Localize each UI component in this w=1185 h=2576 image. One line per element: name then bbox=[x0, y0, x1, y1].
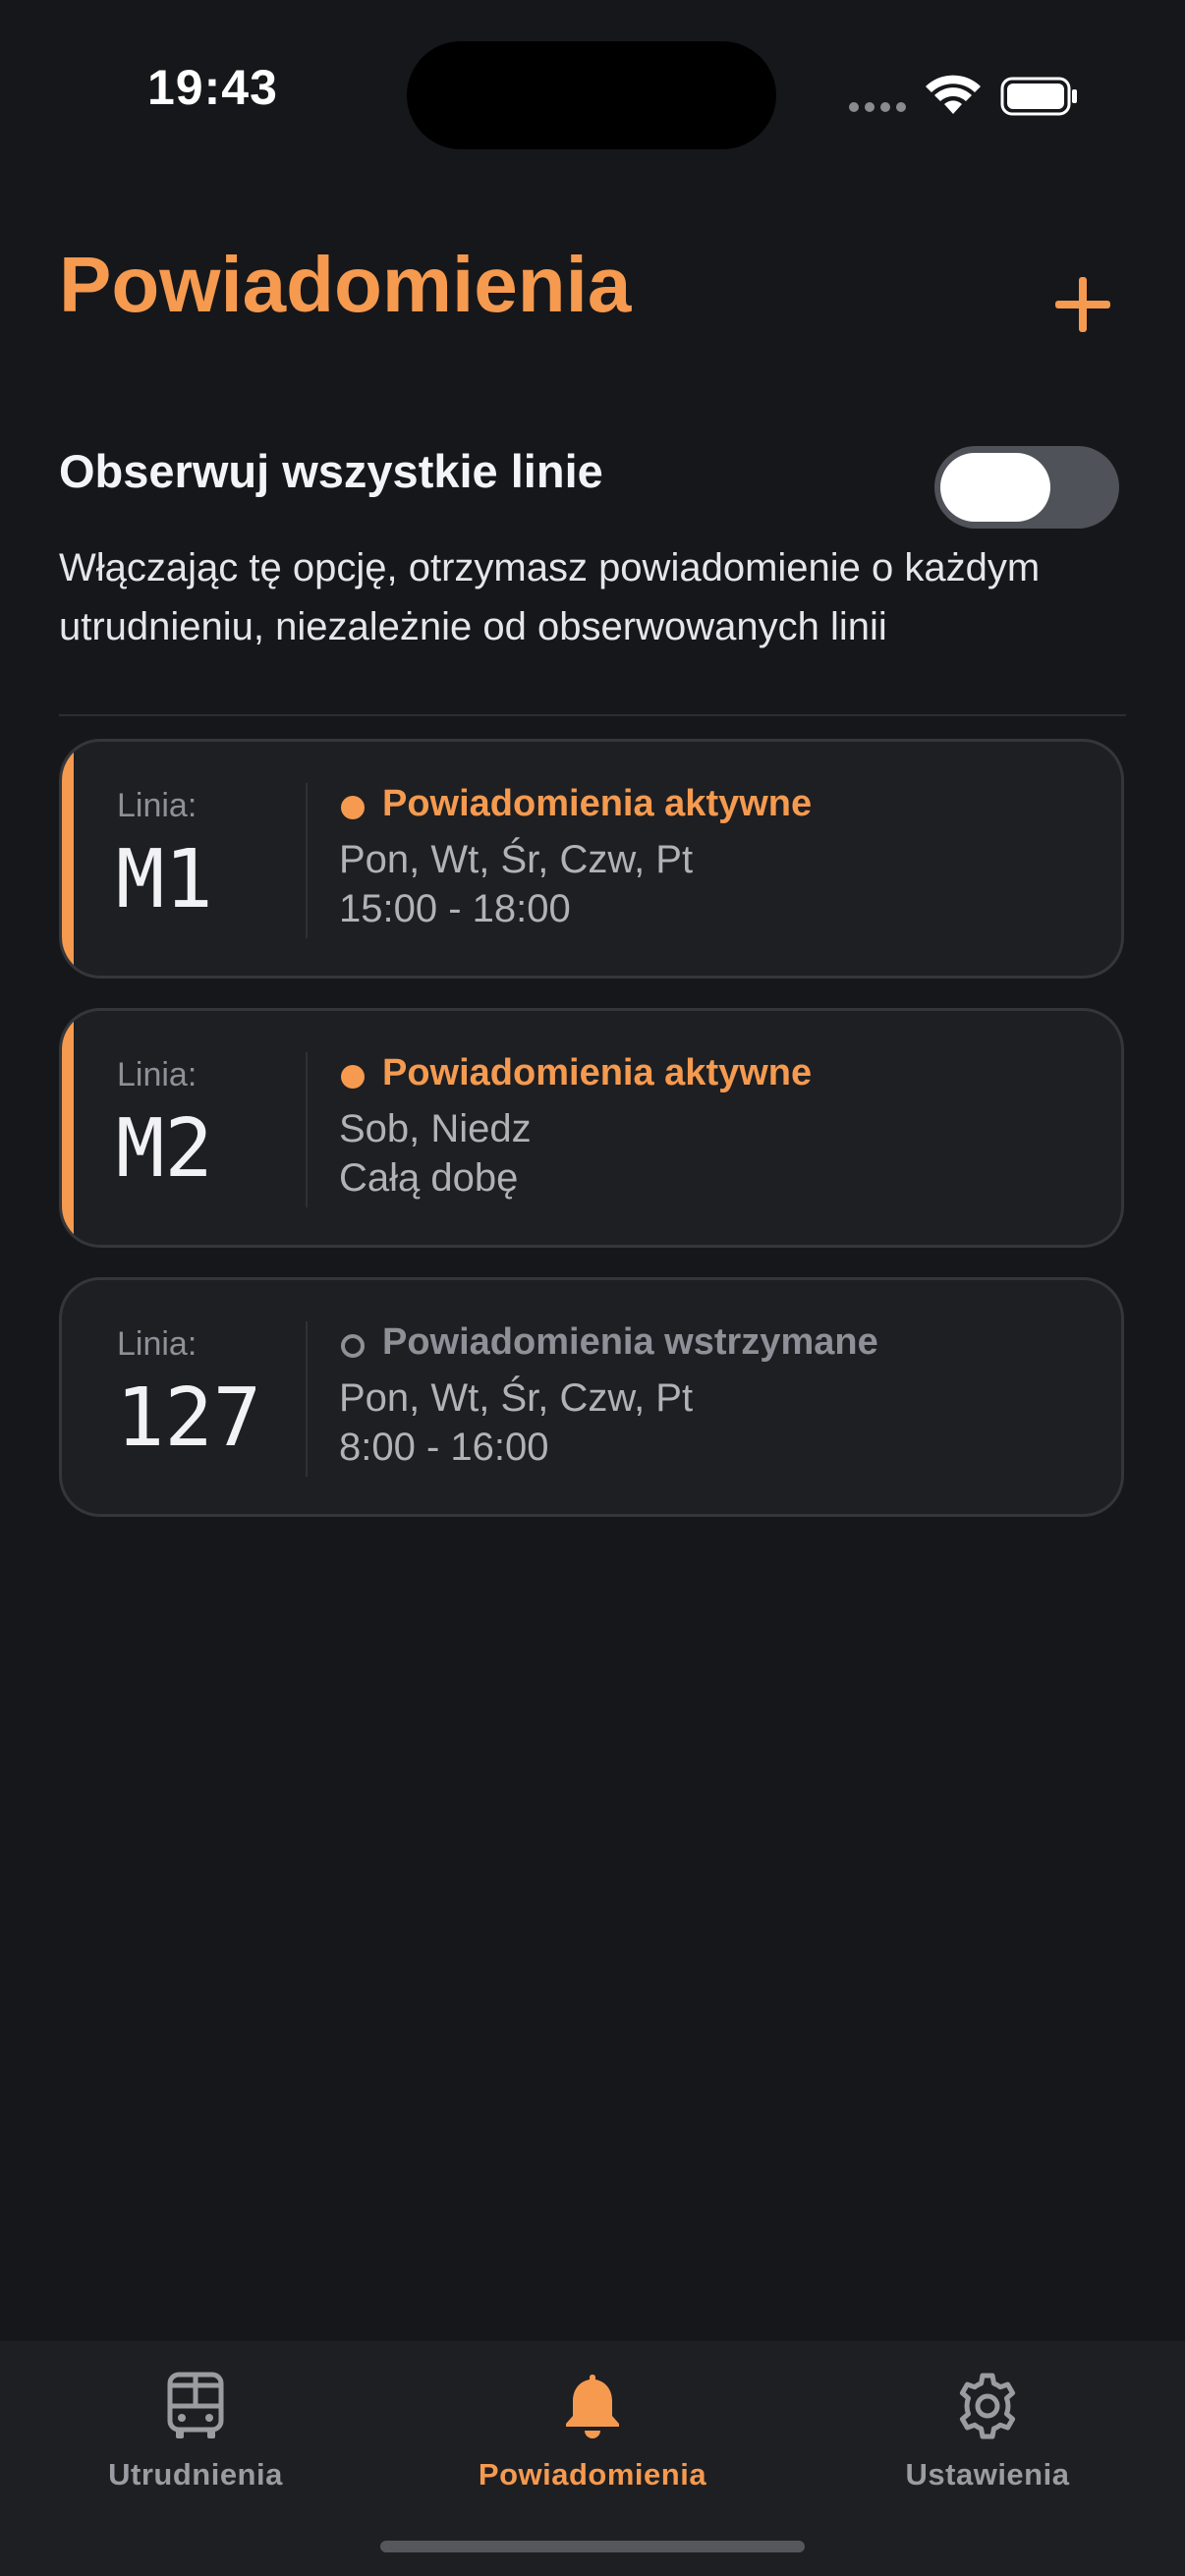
tab-label: Utrudnienia bbox=[108, 2457, 283, 2492]
plus-icon bbox=[1055, 277, 1110, 332]
tab-label: Ustawienia bbox=[905, 2457, 1070, 2492]
schedule-hours: Całą dobę bbox=[339, 1156, 519, 1200]
notification-status: Powiadomienia wstrzymane bbox=[382, 1321, 878, 1363]
status-paused-circle-icon bbox=[341, 1334, 365, 1358]
tab-label: Powiadomienia bbox=[478, 2457, 707, 2492]
card-separator bbox=[306, 1052, 308, 1207]
gear-icon bbox=[959, 2373, 1016, 2439]
schedule-hours: 15:00 - 18:00 bbox=[339, 887, 571, 930]
card-separator bbox=[306, 783, 308, 938]
line-label: Linia: bbox=[117, 787, 198, 824]
schedule-days: Pon, Wt, Śr, Czw, Pt bbox=[339, 1376, 694, 1420]
schedule-hours: 8:00 - 16:00 bbox=[339, 1426, 549, 1469]
subscription-card-127[interactable]: Linia: 127 Powiadomienia wstrzymane Pon,… bbox=[59, 1277, 1124, 1517]
status-active-dot-icon bbox=[341, 796, 365, 819]
line-number: 127 bbox=[116, 1372, 262, 1465]
notification-status: Powiadomienia aktywne bbox=[382, 783, 813, 824]
home-indicator bbox=[380, 2541, 805, 2552]
line-label: Linia: bbox=[117, 1056, 198, 1093]
status-active-dot-icon bbox=[341, 1065, 365, 1089]
line-number: M2 bbox=[116, 1102, 213, 1196]
tab-utrudnienia[interactable]: Utrudnienia bbox=[48, 2371, 343, 2508]
observe-all-description: Włączając tę opcję, otrzymasz powiadomie… bbox=[59, 546, 1041, 648]
dynamic-island bbox=[407, 41, 776, 149]
card-separator bbox=[306, 1321, 308, 1477]
schedule-days: Pon, Wt, Śr, Czw, Pt bbox=[339, 838, 694, 881]
cellular-signal-icon bbox=[849, 102, 906, 112]
observe-all-label: Obserwuj wszystkie linie bbox=[59, 445, 603, 497]
toggle-knob bbox=[940, 453, 1050, 522]
line-number: M1 bbox=[116, 833, 213, 926]
subscription-card-m1[interactable]: Linia: M1 Powiadomienia aktywne Pon, Wt,… bbox=[59, 739, 1124, 979]
bell-icon bbox=[566, 2375, 619, 2438]
add-subscription-button[interactable] bbox=[1045, 267, 1120, 342]
notifications-screen: 19:43 Powiadomienia Obserwuj wszystkie l… bbox=[0, 0, 1185, 2576]
tab-powiadomienia[interactable]: Powiadomienia bbox=[445, 2371, 740, 2508]
bus-icon bbox=[167, 2372, 224, 2438]
status-time: 19:43 bbox=[147, 60, 278, 115]
notification-status: Powiadomienia aktywne bbox=[382, 1052, 813, 1093]
line-label: Linia: bbox=[117, 1325, 198, 1363]
schedule-days: Sob, Niedz bbox=[339, 1107, 532, 1150]
divider bbox=[59, 714, 1126, 716]
observe-all-toggle[interactable] bbox=[934, 446, 1119, 529]
page-title: Powiadomienia bbox=[59, 241, 632, 328]
tab-ustawienia[interactable]: Ustawienia bbox=[840, 2371, 1135, 2508]
subscription-card-m2[interactable]: Linia: M2 Powiadomienia aktywne Sob, Nie… bbox=[59, 1008, 1124, 1248]
battery-icon bbox=[1000, 77, 1077, 116]
wifi-icon bbox=[926, 75, 981, 114]
